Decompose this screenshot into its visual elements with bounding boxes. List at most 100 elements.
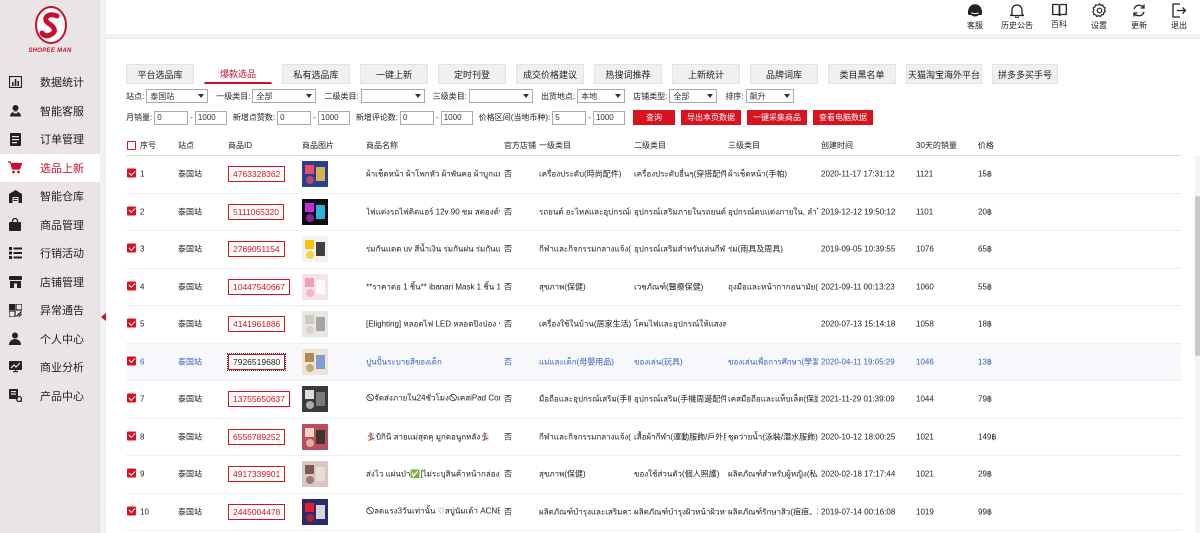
- tab-10[interactable]: 天猫淘宝海外平台: [906, 64, 982, 84]
- row-checkbox[interactable]: [127, 431, 136, 441]
- row-checkbox[interactable]: [127, 281, 136, 291]
- sales-30d: 1076: [916, 244, 934, 254]
- cat3-select[interactable]: [468, 89, 533, 103]
- sidebar-item-4[interactable]: 智能仓库: [0, 182, 100, 211]
- sidebar-item-9[interactable]: 个人中心: [0, 325, 100, 354]
- sidebar-item-11[interactable]: 产品中心: [0, 382, 100, 411]
- product-id-link[interactable]: 4917339901: [228, 466, 286, 483]
- product-image[interactable]: [302, 161, 328, 188]
- header-refresh-button[interactable]: 更新: [1124, 3, 1154, 31]
- price-max[interactable]: 1000: [592, 110, 625, 125]
- row-checkbox[interactable]: [127, 206, 136, 216]
- product-image[interactable]: [302, 498, 328, 525]
- sidebar-item-3[interactable]: 选品上新: [0, 153, 100, 182]
- header-headset-button[interactable]: 客服: [960, 3, 990, 31]
- sidebar-item-8[interactable]: 异常通告: [0, 296, 100, 325]
- table-row[interactable]: 5 泰国站 4141961886 [Elighting] หลอดไฟ LED หลอ…: [126, 306, 1181, 344]
- sidebar-item-2[interactable]: 订单管理: [0, 125, 100, 154]
- product-image[interactable]: [302, 311, 328, 338]
- product-id-link[interactable]: 4763328362: [228, 166, 286, 183]
- tab-4[interactable]: 定时刊登: [438, 64, 506, 84]
- category-3: อุปกรณ์ตบแต่งภายใน, ลำโพงและอ: [728, 207, 818, 217]
- product-id-link[interactable]: 6556789252: [228, 428, 286, 445]
- header-book-button[interactable]: 百科: [1044, 3, 1074, 31]
- product-image[interactable]: [302, 423, 328, 450]
- sidebar-item-10[interactable]: 商业分析: [0, 353, 100, 382]
- product-image[interactable]: [302, 273, 328, 300]
- product-id-link[interactable]: 4141961886: [228, 316, 286, 333]
- price-min[interactable]: 5: [552, 110, 587, 125]
- product-id-link[interactable]: 5111065320: [228, 203, 285, 220]
- tab-5[interactable]: 成交价格建议: [516, 64, 584, 84]
- sidebar-item-5[interactable]: 商品管理: [0, 211, 100, 240]
- table-row[interactable]: 7 泰国站 13755650637 🛇จัดส่งภายใน24ชั่วโมง🛇เคส…: [126, 381, 1181, 419]
- table-row[interactable]: 8 泰国站 6556789252 🏂บิกินี สายแม่สุดคุ มูกดอน…: [126, 419, 1181, 456]
- sort-select[interactable]: 飙升: [745, 89, 794, 103]
- new-collect-max[interactable]: 1000: [317, 110, 350, 125]
- export-page-button[interactable]: 导出本页数据: [680, 110, 741, 125]
- sidebar-item-label: 商业分析: [40, 362, 84, 375]
- sort-label: 排序:: [725, 91, 744, 101]
- new-review-min[interactable]: 0: [400, 110, 435, 125]
- table-row[interactable]: 4 泰国站 10447540667 **ราคาต่อ 1 ชิ้น** ibanar…: [126, 269, 1181, 306]
- monthly-sales-max[interactable]: 1000: [194, 110, 227, 125]
- header-logout-button[interactable]: 退出: [1164, 3, 1194, 31]
- tab-3[interactable]: 一键上新: [360, 64, 428, 84]
- product-id-link[interactable]: 7926519680: [226, 352, 287, 371]
- sidebar-item-0[interactable]: 数据统计: [0, 68, 100, 97]
- tab-1[interactable]: 爆款选品: [204, 64, 272, 84]
- table-row[interactable]: 9 泰国站 4917339901 ส่งไว แผ่นป่า✅[ไม่ระบุสินค…: [126, 456, 1181, 494]
- select-all-checkbox[interactable]: [127, 141, 136, 150]
- tab-11[interactable]: 拼多多买手号: [992, 64, 1058, 84]
- table-row[interactable]: 10 泰国站 2445004478 🛇ลดแรง3วันเท่านั้น ♡สบู่น…: [126, 494, 1181, 531]
- brand-logo[interactable]: SHOPEE MAN: [22, 6, 78, 61]
- header-bell-button[interactable]: 历史公告: [1000, 3, 1034, 31]
- new-review-max[interactable]: 1000: [440, 110, 473, 125]
- shop-type-select[interactable]: 全部: [669, 89, 718, 103]
- row-checkbox[interactable]: [127, 393, 136, 403]
- vertical-scrollbar[interactable]: [1195, 156, 1200, 533]
- product-id-link[interactable]: 13755650637: [228, 391, 291, 408]
- header-gear-button[interactable]: 设置: [1084, 3, 1114, 31]
- product-id-link[interactable]: 10447540667: [228, 278, 291, 295]
- scrollbar-thumb[interactable]: [1195, 196, 1200, 356]
- category-1: กีฬาและกิจกรรมกลางแจ้ง(戶外: [539, 432, 631, 442]
- row-site: 泰国站: [178, 319, 202, 329]
- row-checkbox[interactable]: [127, 356, 136, 366]
- one-click-collect-button[interactable]: 一键采集商品: [746, 110, 807, 125]
- tab-2[interactable]: 私有选品库: [282, 64, 350, 84]
- sidebar-item-7[interactable]: 店铺管理: [0, 268, 100, 297]
- row-checkbox[interactable]: [127, 243, 136, 253]
- product-image[interactable]: [302, 198, 328, 225]
- row-checkbox[interactable]: [127, 468, 136, 478]
- tab-6[interactable]: 热搜词推荐: [594, 64, 662, 84]
- tab-0[interactable]: 平台选品库: [126, 64, 194, 84]
- product-image[interactable]: [302, 386, 328, 413]
- table-row[interactable]: 1 泰国站 4763328362 ผ้าเช็ดหน้า ผ้าโพกหัว ผ้าพ…: [126, 156, 1181, 194]
- table-row[interactable]: 2 泰国站 5111065320 ไฟแต่งรถไฟติดแอร์ 12v 90 ซ…: [126, 194, 1181, 231]
- tab-8[interactable]: 品牌词库: [750, 64, 818, 84]
- row-checkbox[interactable]: [127, 168, 136, 178]
- product-image[interactable]: [302, 461, 328, 488]
- row-checkbox[interactable]: [127, 506, 136, 516]
- table-row[interactable]: 3 泰国站 2769051154 ร่มกันแดด uv สีน้ำเงิน ร่ม…: [126, 231, 1181, 269]
- view-detail-button[interactable]: 查看电脑数据: [812, 110, 873, 125]
- query-button[interactable]: 查询: [632, 110, 675, 125]
- product-id-link[interactable]: 2769051154: [228, 241, 285, 258]
- row-checkbox[interactable]: [127, 318, 136, 328]
- table-row[interactable]: 6 泰国站 7926519680 ปูนปั้นระบายสีของเด็ก 否 แม่แ…: [126, 343, 1181, 381]
- monthly-sales-min[interactable]: 0: [154, 110, 189, 125]
- category-3: ผ้าเช็ดหน้า(手帕): [728, 169, 788, 179]
- site-select[interactable]: 泰国站: [146, 89, 209, 103]
- sidebar-item-6[interactable]: 行销活动: [0, 239, 100, 268]
- product-image[interactable]: [302, 348, 328, 375]
- origin-select[interactable]: 本地: [577, 89, 626, 103]
- product-id-link[interactable]: 2445004478: [228, 503, 286, 520]
- tab-7[interactable]: 上新统计: [672, 64, 740, 84]
- new-collect-min[interactable]: 0: [277, 110, 312, 125]
- tab-9[interactable]: 类目黑名单: [828, 64, 896, 84]
- sidebar-item-1[interactable]: 智能客服: [0, 97, 100, 126]
- cat2-select[interactable]: [360, 89, 425, 103]
- product-image[interactable]: [302, 236, 328, 263]
- cat1-select[interactable]: 全部: [252, 89, 317, 103]
